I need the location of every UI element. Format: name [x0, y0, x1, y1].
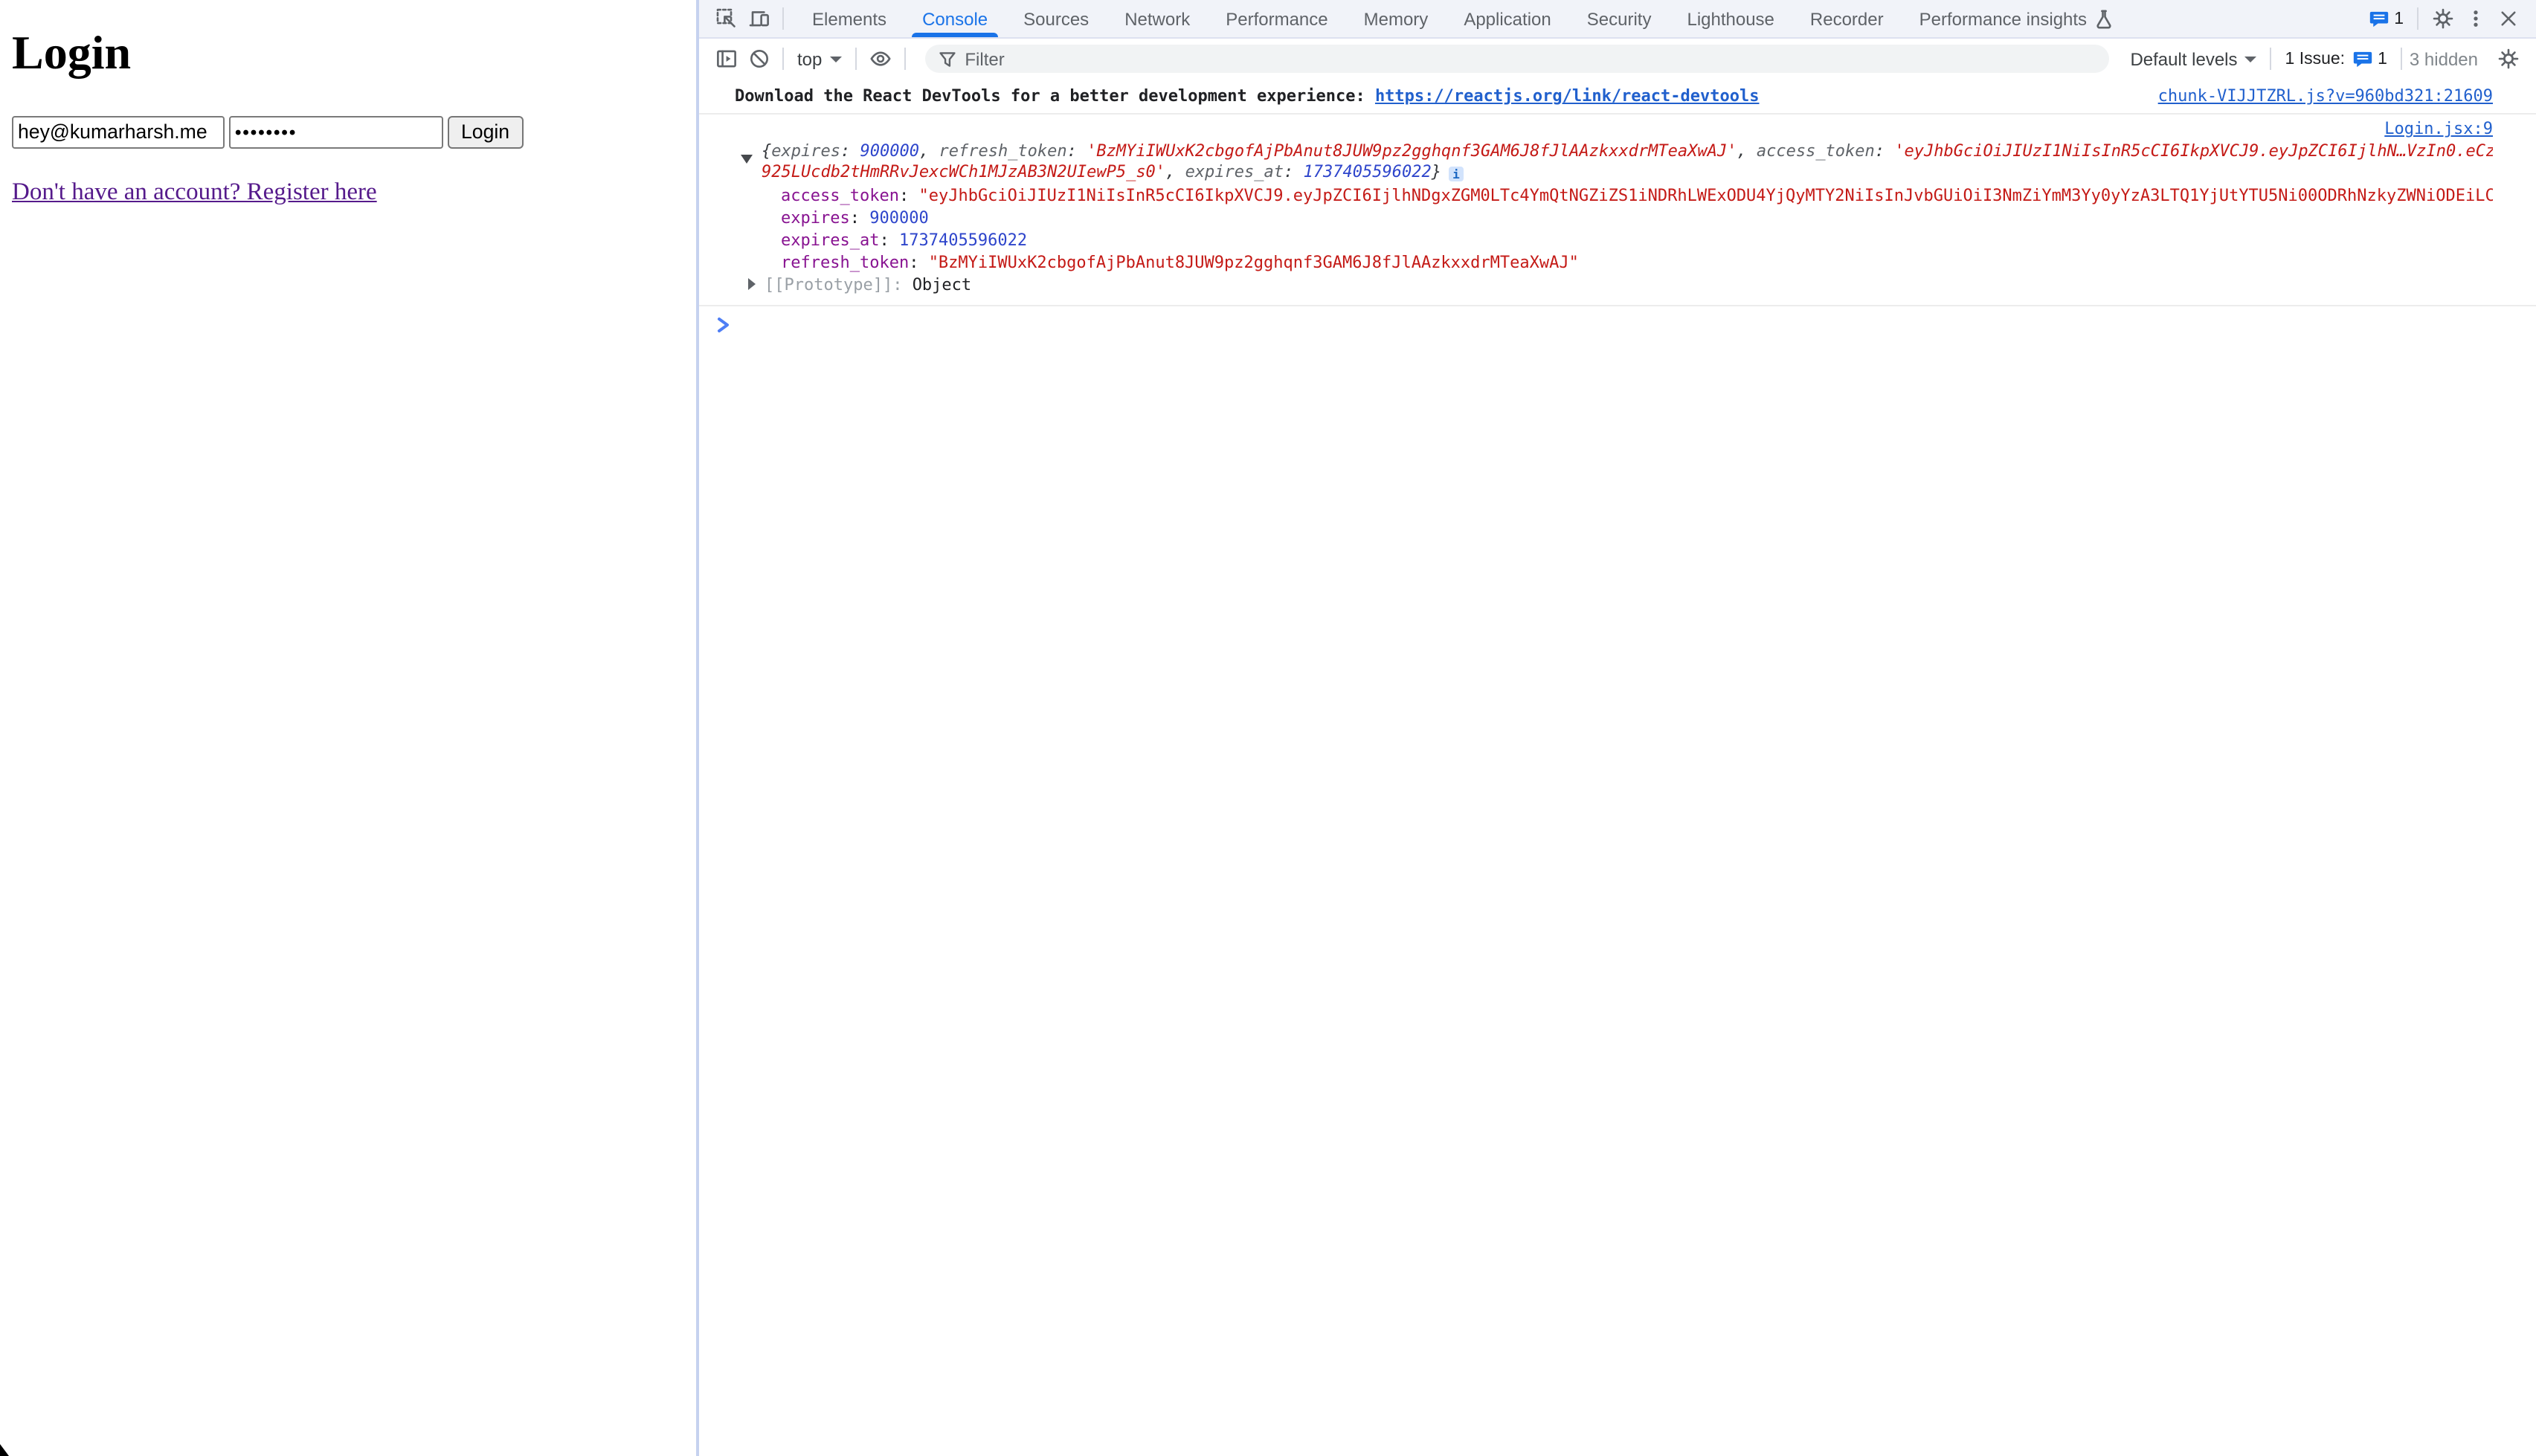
object-properties: access_token: "eyJhbGciOiJIUzI1NiIsInR5c… — [781, 185, 2493, 274]
register-link[interactable]: Don't have an account? Register here — [12, 177, 377, 207]
password-field[interactable] — [229, 116, 443, 148]
prompt-chevron-icon — [717, 318, 730, 334]
tab-console[interactable]: Console — [904, 0, 1005, 37]
issue-count: 1 — [2378, 50, 2387, 68]
levels-label: Default levels — [2130, 48, 2237, 69]
filter-input[interactable]: Filter — [924, 45, 2109, 73]
chat-bubble-icon — [2369, 10, 2388, 28]
object-property-row[interactable]: expires_at: 1737405596022 — [781, 230, 2493, 252]
console-toolbar: top Filter Default levels — [699, 39, 2536, 80]
tab-security[interactable]: Security — [1569, 0, 1670, 37]
console-message-object-log: Login.jsx:9 {expires: 900000, refresh_to… — [699, 115, 2536, 307]
funnel-icon — [938, 50, 956, 68]
message-text: Download the React DevTools for a better… — [735, 86, 1760, 106]
tab-network[interactable]: Network — [1107, 0, 1208, 37]
source-link[interactable]: chunk-VIJJTZRL.js?v=960bd321:21609 — [2158, 86, 2493, 106]
filter-placeholder: Filter — [965, 48, 1004, 69]
tab-performance[interactable]: Performance — [1208, 0, 1345, 37]
login-page: Login Login Don't have an account? Regis… — [0, 0, 696, 1456]
hidden-messages-label[interactable]: 3 hidden — [2410, 48, 2478, 69]
react-devtools-link[interactable]: https://reactjs.org/link/react-devtools — [1375, 86, 1760, 106]
settings-gear-icon[interactable] — [2426, 1, 2459, 36]
separator — [2271, 48, 2272, 70]
tab-performance-insights[interactable]: Performance insights — [1902, 0, 2131, 37]
email-field[interactable] — [12, 116, 225, 148]
more-options-kebab-icon[interactable] — [2459, 1, 2491, 36]
separator — [782, 7, 784, 30]
object-property-row[interactable]: refresh_token: "BzMYiIWUxK2cbgofAjPbAnut… — [781, 252, 2493, 274]
message-count: 1 — [2394, 10, 2404, 28]
object-preview-line2: 925LUcdb2tHmRRvJexcWCh1MJzAB3N2UIewP5_s0… — [762, 161, 2493, 182]
collapse-arrow-icon[interactable] — [741, 155, 753, 164]
info-badge-icon[interactable]: i — [1449, 167, 1464, 182]
log-levels-dropdown[interactable]: Default levels — [2124, 48, 2262, 69]
devtools-panel: ElementsConsoleSourcesNetworkPerformance… — [699, 0, 2536, 1456]
login-button[interactable]: Login — [448, 116, 523, 148]
issue-chat-icon — [2352, 50, 2372, 68]
object-property-row[interactable]: expires: 900000 — [781, 207, 2493, 230]
object-preview-line1: {expires: 900000, refresh_token: 'BzMYiI… — [762, 141, 2493, 161]
console-settings-gear-icon[interactable] — [2491, 41, 2524, 77]
prototype-key: [[Prototype]] — [765, 276, 892, 295]
separator — [2417, 7, 2418, 30]
object-property-row[interactable]: access_token: "eyJhbGciOiJIUzI1NiIsInR5c… — [781, 185, 2493, 207]
tab-sources[interactable]: Sources — [1005, 0, 1107, 37]
clear-console-icon[interactable] — [742, 41, 775, 77]
prototype-row[interactable]: [[Prototype]]: Object — [748, 274, 2493, 297]
separator — [782, 48, 784, 70]
console-messages-badge[interactable]: 1 — [2369, 10, 2404, 28]
source-link[interactable]: Login.jsx:9 — [2384, 119, 2493, 138]
login-form: Login — [12, 116, 523, 148]
console-sidebar-toggle-icon[interactable] — [709, 41, 742, 77]
issue-label: 1 Issue: — [2285, 50, 2346, 68]
device-toolbar-icon[interactable] — [742, 1, 775, 36]
live-expression-eye-icon[interactable] — [863, 41, 896, 77]
separator — [904, 48, 905, 70]
mouse-cursor — [0, 1444, 9, 1456]
tab-memory[interactable]: Memory — [1346, 0, 1446, 37]
flask-icon — [2094, 8, 2114, 29]
object-preview: {expires: 900000, refresh_token: 'BzMYiI… — [762, 141, 2493, 182]
console-prompt[interactable] — [699, 307, 2536, 334]
tab-elements[interactable]: Elements — [794, 0, 904, 37]
tab-application[interactable]: Application — [1446, 0, 1568, 37]
separator — [855, 48, 856, 70]
expand-arrow-icon[interactable] — [748, 279, 756, 291]
execution-context-selector[interactable]: top — [791, 48, 847, 69]
separator — [2401, 48, 2402, 70]
tab-lighthouse[interactable]: Lighthouse — [1669, 0, 1792, 37]
console-message-react-devtools: Download the React DevTools for a better… — [699, 79, 2536, 115]
prototype-value: Object — [913, 276, 972, 295]
chevron-down-icon — [2245, 57, 2257, 62]
close-devtools-icon[interactable] — [2491, 1, 2524, 36]
page-title: Login — [12, 24, 131, 80]
devtools-tabbar: ElementsConsoleSourcesNetworkPerformance… — [699, 0, 2536, 39]
issues-counter[interactable]: 1 Issue: 1 — [2285, 50, 2387, 68]
tab-recorder[interactable]: Recorder — [1792, 0, 1902, 37]
console-log-area: Download the React DevTools for a better… — [699, 79, 2536, 1456]
devtools-tabs: ElementsConsoleSourcesNetworkPerformance… — [794, 0, 2131, 37]
screen: Login Login Don't have an account? Regis… — [0, 0, 2536, 1456]
inspect-element-icon[interactable] — [709, 1, 742, 36]
chevron-down-icon — [829, 57, 841, 62]
context-label: top — [797, 48, 822, 69]
